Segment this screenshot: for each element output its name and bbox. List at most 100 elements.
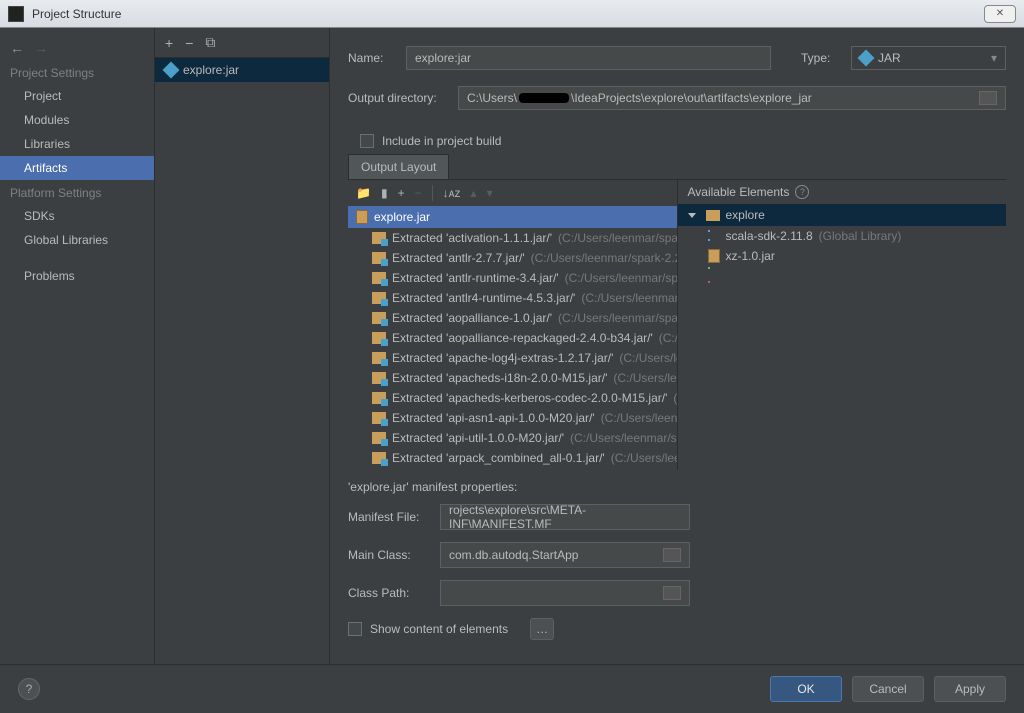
manifest-file-label: Manifest File: — [348, 510, 430, 524]
available-item-name: xz-1.0.jar — [726, 249, 775, 263]
add-icon[interactable]: + — [165, 35, 173, 51]
tree-item[interactable]: Extracted 'api-asn1-api-1.0.0-M20.jar/' … — [348, 408, 677, 428]
tree-item[interactable]: Extracted 'apache-log4j-extras-1.2.17.ja… — [348, 348, 677, 368]
ok-button[interactable]: OK — [770, 676, 842, 702]
remove-icon[interactable]: − — [185, 35, 193, 51]
add-copy-icon[interactable]: + — [398, 186, 405, 200]
extracted-dir-icon — [372, 432, 386, 444]
class-path-label: Class Path: — [348, 586, 430, 600]
tree-item[interactable]: Extracted 'api-util-1.0.0-M20.jar/' (C:/… — [348, 428, 677, 448]
available-item-hint: (Global Library) — [819, 229, 902, 243]
browse-main-class-icon[interactable] — [663, 548, 681, 562]
available-root-label: explore — [726, 208, 765, 222]
tree-item[interactable]: Extracted 'antlr4-runtime-4.5.3.jar/' (C… — [348, 288, 677, 308]
tree-item[interactable]: Extracted 'aopalliance-1.0.jar/' (C:/Use… — [348, 308, 677, 328]
settings-sidebar: ← → Project Settings Project Modules Lib… — [0, 28, 155, 664]
available-root-explore[interactable]: explore — [678, 204, 1007, 226]
window-title: Project Structure — [32, 7, 984, 21]
cancel-button[interactable]: Cancel — [852, 676, 924, 702]
help-icon[interactable]: ? — [795, 185, 809, 199]
browse-class-path-icon[interactable] — [663, 586, 681, 600]
show-content-options-button[interactable]: … — [530, 618, 554, 640]
show-content-label: Show content of elements — [370, 622, 508, 636]
type-label: Type: — [801, 51, 841, 65]
archive-icon — [356, 210, 368, 224]
nav-problems[interactable]: Problems — [0, 264, 154, 288]
tree-item-name: Extracted 'apache-log4j-extras-1.2.17.ja… — [392, 351, 613, 365]
new-folder-icon[interactable]: 📁 — [356, 186, 371, 200]
tree-item[interactable]: Extracted 'arpack_combined_all-0.1.jar/'… — [348, 448, 677, 468]
output-dir-field[interactable]: C:\Users\ \IdeaProjects\explore\out\artif… — [458, 86, 1006, 110]
available-item[interactable]: xz-1.0.jar — [678, 246, 1007, 266]
extracted-dir-icon — [372, 272, 386, 284]
main-class-input[interactable]: com.db.autodq.StartApp — [440, 542, 690, 568]
tree-item[interactable]: Extracted 'apacheds-kerberos-codec-2.0.0… — [348, 388, 677, 408]
back-arrow-icon[interactable]: ← — [10, 40, 24, 56]
tree-item-name: Extracted 'aopalliance-1.0.jar/' — [392, 311, 552, 325]
artifact-detail-panel: Name: Type: JAR ▾ Output directory: C:\U… — [330, 28, 1024, 664]
new-archive-icon[interactable]: ▮ — [381, 186, 388, 200]
apply-button[interactable]: Apply — [934, 676, 1006, 702]
library-icon — [708, 230, 720, 242]
tree-item[interactable]: Extracted 'apacheds-i18n-2.0.0-M15.jar/'… — [348, 368, 677, 388]
copy-icon[interactable]: ⧉ — [205, 34, 215, 51]
sort-icon[interactable]: ↓ᴀᴢ — [443, 186, 461, 200]
extracted-dir-icon — [372, 332, 386, 344]
available-header: Available Elements ? — [678, 180, 1007, 204]
tree-item-path: (C:/Users/leenmar — [611, 451, 677, 465]
include-in-build-label: Include in project build — [382, 134, 501, 148]
output-layout-tree-panel: 📁 ▮ + − ↓ᴀᴢ ▴ ▾ explore.jar Extracted 'a… — [348, 180, 678, 470]
section-platform-settings: Platform Settings — [0, 180, 154, 204]
forward-arrow-icon: → — [34, 40, 48, 56]
available-item[interactable]: scala-sdk-2.11.8 (Global Library) — [678, 226, 1007, 246]
tree-root-explore-jar[interactable]: explore.jar — [348, 206, 677, 228]
include-in-build-checkbox[interactable] — [360, 134, 374, 148]
tree-item-name: Extracted 'api-asn1-api-1.0.0-M20.jar/' — [392, 411, 595, 425]
tree-item-name: Extracted 'activation-1.1.1.jar/' — [392, 231, 552, 245]
tree-item[interactable]: Extracted 'antlr-2.7.7.jar/' (C:/Users/l… — [348, 248, 677, 268]
nav-libraries[interactable]: Libraries — [0, 132, 154, 156]
expand-icon — [688, 213, 696, 218]
name-input[interactable] — [406, 46, 771, 70]
tree-item-path: (C:/Us — [673, 391, 676, 405]
available-elements-panel: Available Elements ? explore scala-sdk-2… — [678, 180, 1007, 470]
nav-global-libraries[interactable]: Global Libraries — [0, 228, 154, 252]
browse-folder-icon[interactable] — [979, 91, 997, 105]
outdir-prefix: C:\Users\ — [467, 91, 517, 105]
main-area: ← → Project Settings Project Modules Lib… — [0, 28, 1024, 664]
class-path-input[interactable] — [440, 580, 690, 606]
nav-sdks[interactable]: SDKs — [0, 204, 154, 228]
type-combo[interactable]: JAR ▾ — [851, 46, 1006, 70]
nav-artifacts[interactable]: Artifacts — [0, 156, 154, 180]
section-project-settings: Project Settings — [0, 60, 154, 84]
manifest-properties: 'explore.jar' manifest properties: Manif… — [348, 470, 1006, 646]
dialog-button-bar: ? OK Cancel Apply — [0, 664, 1024, 713]
close-button[interactable]: ✕ — [984, 5, 1016, 23]
show-content-checkbox[interactable] — [348, 622, 362, 636]
app-icon — [8, 6, 24, 22]
jar-icon — [858, 50, 875, 67]
tree-item-path: (C:/Users/leenma — [613, 371, 676, 385]
tree-item[interactable]: Extracted 'antlr-runtime-3.4.jar/' (C:/U… — [348, 268, 677, 288]
tab-row: Output Layout — [348, 154, 1006, 180]
tree-item-name: Extracted 'apacheds-i18n-2.0.0-M15.jar/' — [392, 371, 607, 385]
nav-modules[interactable]: Modules — [0, 108, 154, 132]
tree-root-label: explore.jar — [374, 210, 430, 224]
artifact-item-explore-jar[interactable]: explore:jar — [155, 58, 329, 82]
tree-item-path: (C:/Users/leenmar/spark-2.2 — [558, 311, 676, 325]
title-bar: Project Structure ✕ — [0, 0, 1024, 28]
manifest-file-input[interactable]: rojects\explore\src\META-INF\MANIFEST.MF — [440, 504, 690, 530]
tree-item-path: (C:/Users/leenmar/spar — [581, 291, 676, 305]
tree-item-path: (C:/Users/leenmar/spark-2.2 — [558, 231, 677, 245]
dialog-help-button[interactable]: ? — [18, 678, 40, 700]
tab-output-layout[interactable]: Output Layout — [348, 154, 449, 179]
nav-toolbar: ← → — [0, 36, 154, 60]
tree-item[interactable]: Extracted 'aopalliance-repackaged-2.4.0-… — [348, 328, 677, 348]
tree-item[interactable]: Extracted 'activation-1.1.1.jar/' (C:/Us… — [348, 228, 677, 248]
tree-item-name: Extracted 'api-util-1.0.0-M20.jar/' — [392, 431, 564, 445]
jar-file-icon — [708, 249, 720, 263]
available-item-name: scala-sdk-2.11.8 — [726, 229, 813, 243]
artifact-toolbar: + − ⧉ — [155, 28, 329, 58]
nav-project[interactable]: Project — [0, 84, 154, 108]
outdir-suffix: \IdeaProjects\explore\out\artifacts\expl… — [571, 91, 812, 105]
